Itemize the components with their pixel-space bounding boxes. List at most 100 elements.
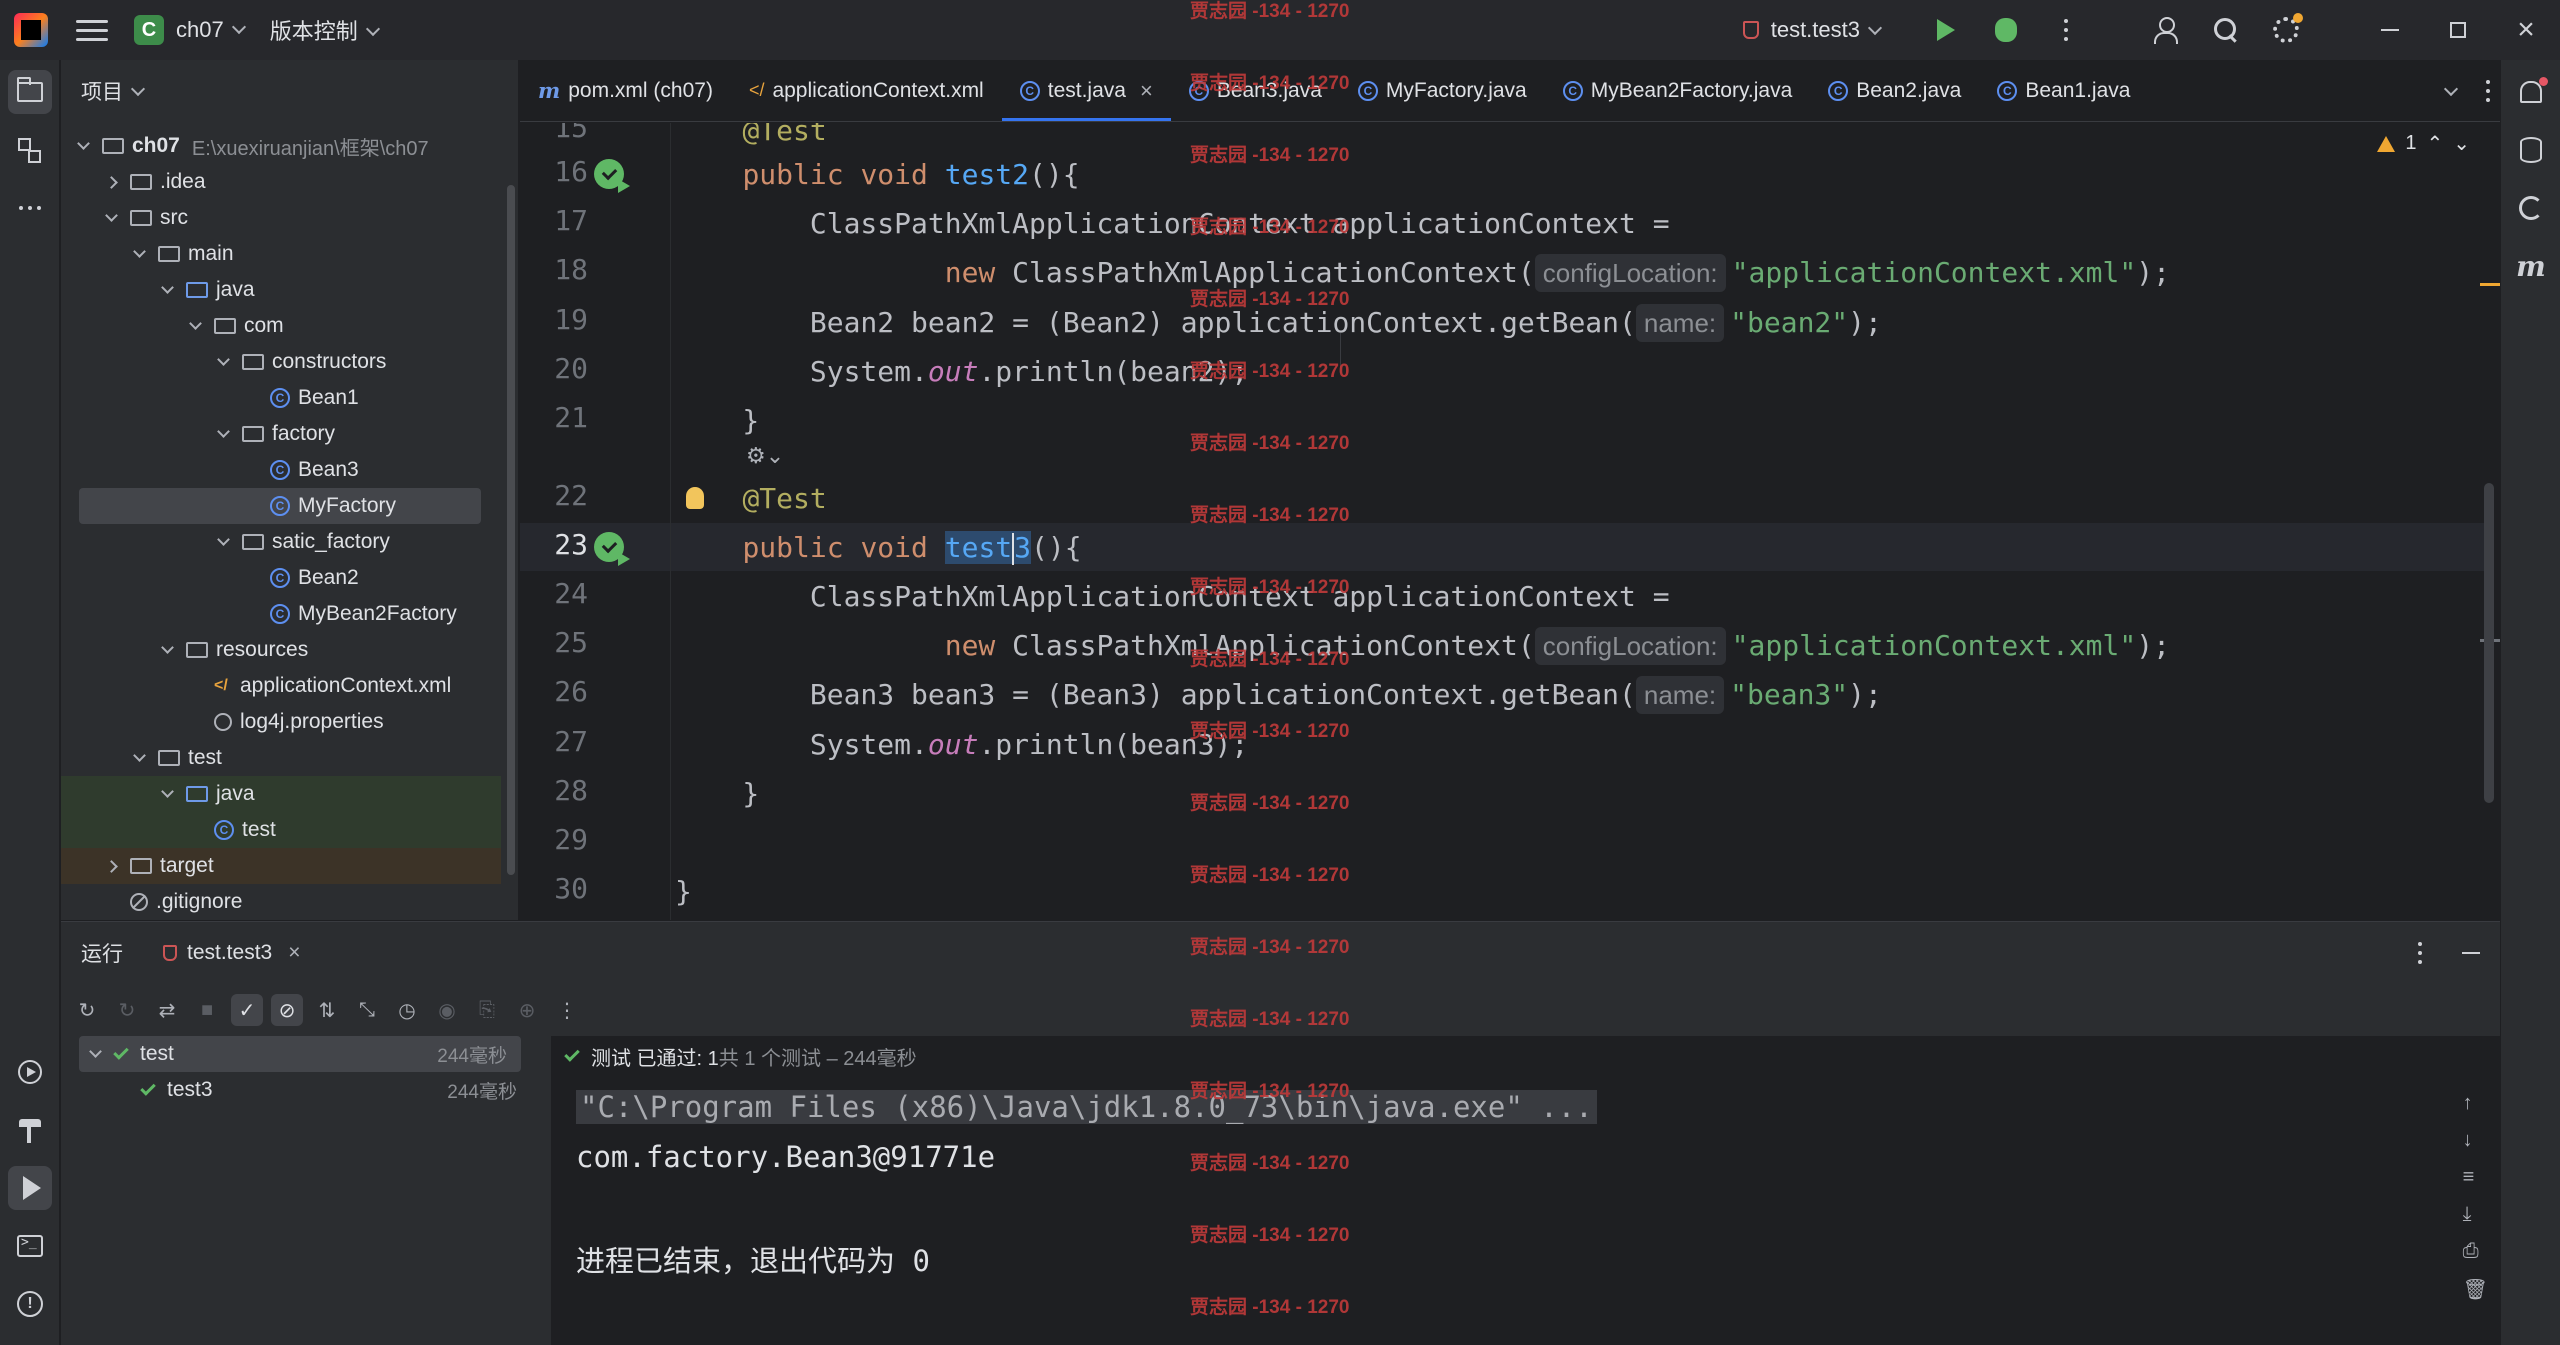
- line-number[interactable]: 28: [520, 774, 588, 807]
- close-button[interactable]: ×: [2492, 0, 2560, 60]
- project-tool-button[interactable]: [8, 70, 52, 114]
- run-config-selector[interactable]: test.test3: [1742, 17, 1883, 43]
- project-scrollbar[interactable]: [507, 185, 515, 875]
- rerun-button[interactable]: ↻: [71, 994, 103, 1026]
- tree-item--gitignore[interactable]: .gitignore: [61, 884, 501, 920]
- notifications-button[interactable]: [2509, 70, 2553, 114]
- chevron-down-icon[interactable]: [217, 533, 230, 546]
- tree-item-src[interactable]: src: [61, 200, 501, 236]
- tab-bean1-java[interactable]: C Bean1.java: [1979, 60, 2148, 121]
- scroll-down-icon[interactable]: ↓: [2463, 1129, 2488, 1152]
- inspection-widget[interactable]: 1 ⌃ ⌄: [2377, 131, 2470, 156]
- tree-item-bean3[interactable]: C Bean3: [61, 452, 501, 488]
- tab-test-java[interactable]: Ctest.java ×: [1001, 60, 1171, 121]
- build-tool-button[interactable]: [8, 1108, 52, 1152]
- tree-item-applicationcontext-xml[interactable]: </ applicationContext.xml: [61, 668, 501, 704]
- print-icon[interactable]: ⎙: [2463, 1240, 2488, 1263]
- maven-tool-button[interactable]: m: [2509, 244, 2553, 288]
- line-number[interactable]: 30: [520, 872, 588, 905]
- chevron-down-icon[interactable]: [217, 425, 230, 438]
- rerun-failed-button[interactable]: ↻: [111, 994, 143, 1026]
- show-ignored-button[interactable]: ⊘: [271, 994, 303, 1026]
- tree-item-target[interactable]: target: [61, 848, 501, 884]
- chevron-down-icon[interactable]: [133, 245, 146, 258]
- tab-bean2-java[interactable]: C Bean2.java: [1810, 60, 1979, 121]
- history-button[interactable]: ◷: [391, 994, 423, 1026]
- tree-item-main[interactable]: main: [61, 236, 501, 272]
- line-number[interactable]: 24: [520, 577, 588, 610]
- line-number[interactable]: 16: [520, 155, 588, 188]
- chevron-up-icon[interactable]: ⌃: [2426, 131, 2443, 156]
- tree-item-test[interactable]: test: [61, 740, 501, 776]
- tree-item-mybean2factory[interactable]: C MyBean2Factory: [61, 596, 501, 632]
- tree-item-log4j-properties[interactable]: log4j.properties: [61, 704, 501, 740]
- line-number[interactable]: 26: [520, 675, 588, 708]
- tree-item-satic-factory[interactable]: satic_factory: [61, 524, 501, 560]
- add-user-button[interactable]: [2136, 0, 2196, 60]
- run-tool-button[interactable]: [8, 1166, 52, 1210]
- settings-button[interactable]: [2256, 0, 2316, 60]
- code-lens-ai-icon[interactable]: ⚙⌄: [746, 443, 784, 469]
- test-tree-item-test[interactable]: test 244毫秒: [79, 1036, 521, 1072]
- scroll-to-end-icon[interactable]: ⤓: [2463, 1203, 2488, 1226]
- test-tree-item-test3[interactable]: test3 244毫秒: [61, 1072, 531, 1108]
- intellij-logo-icon[interactable]: [14, 13, 48, 47]
- line-number[interactable]: 20: [520, 352, 588, 385]
- tree-item-java[interactable]: java: [61, 272, 501, 308]
- chevron-right-icon[interactable]: [105, 859, 118, 873]
- problems-tool-button[interactable]: !: [8, 1282, 52, 1326]
- tab-more-icon[interactable]: [2486, 89, 2490, 93]
- line-number[interactable]: 18: [520, 253, 588, 286]
- tree-item-ch07[interactable]: ch07 E:\xuexiruanjian\框架\ch07: [61, 128, 501, 164]
- chevron-down-icon[interactable]: [89, 1045, 102, 1058]
- chevron-down-icon[interactable]: ⌄: [2453, 131, 2470, 156]
- clear-console-icon[interactable]: 🗑: [2463, 1277, 2488, 1302]
- chevron-right-icon[interactable]: [105, 175, 118, 189]
- tab-list-chevron-icon[interactable]: [2443, 81, 2459, 96]
- tree-item-test[interactable]: Ctest: [61, 812, 501, 848]
- tree-item-constructors[interactable]: constructors: [61, 344, 501, 380]
- close-tab-icon[interactable]: ×: [288, 941, 300, 965]
- debug-button[interactable]: [1976, 0, 2036, 60]
- tree-item-bean1[interactable]: C Bean1: [61, 380, 501, 416]
- restore-button[interactable]: [2424, 0, 2492, 60]
- more-tools-button[interactable]: [8, 186, 52, 230]
- toggle-auto-test-button[interactable]: ⇄: [151, 994, 183, 1026]
- tree-item-com[interactable]: com: [61, 308, 501, 344]
- import-button[interactable]: ⊕: [511, 994, 543, 1026]
- run-test2-gutter-icon[interactable]: [594, 159, 630, 193]
- tree-item--idea[interactable]: .idea: [61, 164, 501, 200]
- chevron-down-icon[interactable]: [189, 317, 202, 330]
- vcs-menu[interactable]: 版本控制: [270, 14, 380, 46]
- export-button[interactable]: ⎘: [471, 994, 503, 1026]
- line-number[interactable]: 19: [520, 303, 588, 336]
- chevron-down-icon[interactable]: [217, 353, 230, 366]
- tab-pom-xml-ch07-[interactable]: m pom.xml (ch07): [520, 60, 731, 121]
- line-number[interactable]: 23: [520, 528, 588, 561]
- stop-button[interactable]: ■: [191, 994, 223, 1026]
- show-passed-button[interactable]: ✓: [231, 994, 263, 1026]
- ai-assistant-button[interactable]: [2509, 186, 2553, 230]
- tab-myfactory-java[interactable]: C MyFactory.java: [1340, 60, 1545, 121]
- line-number[interactable]: 21: [520, 401, 588, 434]
- chevron-down-icon[interactable]: [77, 137, 90, 150]
- tab-applicationcontext-xml[interactable]: </ applicationContext.xml: [731, 60, 1002, 121]
- close-tab-icon[interactable]: ×: [1140, 78, 1153, 104]
- snapshot-button[interactable]: ◉: [431, 994, 463, 1026]
- line-number[interactable]: 27: [520, 725, 588, 758]
- run-button[interactable]: [1916, 0, 1976, 60]
- scroll-up-icon[interactable]: ↑: [2463, 1092, 2488, 1115]
- line-number[interactable]: 15: [520, 123, 588, 144]
- chevron-down-icon[interactable]: [161, 641, 174, 654]
- console-output[interactable]: [551, 1036, 2500, 1345]
- chevron-down-icon[interactable]: [161, 281, 174, 294]
- chevron-down-icon[interactable]: [105, 209, 118, 222]
- tree-item-bean2[interactable]: C Bean2: [61, 560, 501, 596]
- code-editor[interactable]: 15 16 17 18 19 20 21 22 23 24 25 26 27 28 29 30 @Test p…: [520, 123, 2500, 920]
- more-actions-button[interactable]: [2036, 0, 2096, 60]
- services-tool-button[interactable]: [8, 1050, 52, 1094]
- run-test3-gutter-icon[interactable]: [594, 532, 630, 566]
- structure-tool-button[interactable]: [8, 128, 52, 172]
- tree-item-factory[interactable]: factory: [61, 416, 501, 452]
- tree-item-myfactory[interactable]: C MyFactory: [79, 488, 481, 524]
